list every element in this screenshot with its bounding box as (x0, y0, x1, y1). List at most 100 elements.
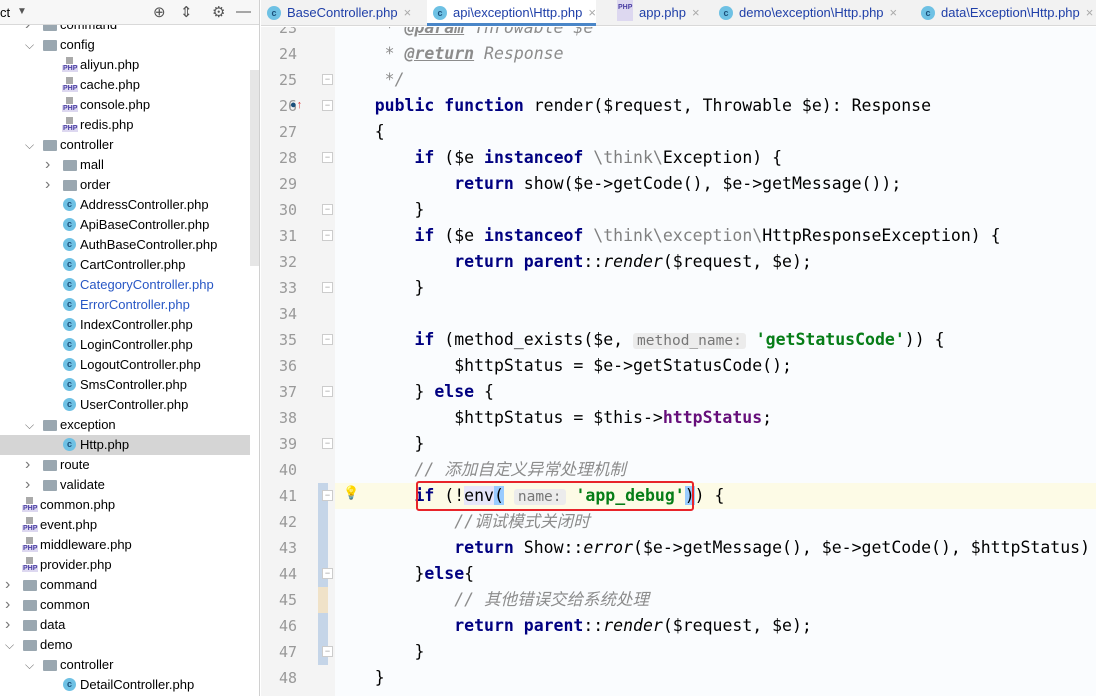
chevron-right-icon[interactable]: › (45, 175, 55, 195)
vcs-change-marker[interactable] (318, 613, 328, 639)
vcs-change-marker[interactable] (318, 509, 328, 535)
tree-item[interactable]: PHP redis.php (0, 115, 250, 135)
tree-item[interactable]: ⌵ demo (0, 635, 250, 655)
chevron-right-icon[interactable]: › (45, 155, 55, 175)
chevron-right-icon[interactable]: › (5, 595, 15, 615)
fold-marker-icon[interactable]: − (322, 282, 333, 293)
lightbulb-icon[interactable]: 💡 (343, 485, 359, 501)
chevron-down-icon[interactable]: ▼ (17, 6, 27, 17)
tree-item[interactable]: ⌵ config (0, 35, 250, 55)
close-icon[interactable]: × (890, 5, 898, 20)
code-line[interactable]: if ($e instanceof \think\Exception) { (335, 145, 1096, 171)
tree-item[interactable]: c AuthBaseController.php (0, 235, 250, 255)
close-icon[interactable]: × (404, 5, 412, 20)
tree-item[interactable]: › data (0, 615, 250, 635)
code-line[interactable]: return parent::render($request, $e); (335, 249, 1096, 275)
fold-marker-icon[interactable]: − (322, 204, 333, 215)
close-icon[interactable]: × (1086, 5, 1094, 20)
chevron-down-icon[interactable]: ⌵ (25, 135, 35, 155)
tree-item[interactable]: c UserController.php (0, 395, 250, 415)
code-line[interactable]: */ (335, 67, 1096, 93)
close-icon[interactable]: × (692, 5, 700, 20)
code-line[interactable]: } (335, 639, 1096, 665)
tab-basecontroller-php[interactable]: c BaseController.php × (261, 0, 411, 26)
implements-method-icon[interactable]: ●↑ (290, 99, 302, 111)
code-line[interactable]: $httpStatus = $this->httpStatus; (335, 405, 1096, 431)
tree-item[interactable]: PHP provider.php (0, 555, 250, 575)
tree-item[interactable]: › common (0, 595, 250, 615)
fold-marker-icon[interactable]: − (322, 152, 333, 163)
tree-item[interactable]: PHP middleware.php (0, 535, 250, 555)
tab-app-php[interactable]: PHP app.php × (613, 0, 700, 26)
close-icon[interactable]: × (588, 5, 596, 20)
fold-marker-icon[interactable]: − (322, 646, 333, 657)
code-line[interactable]: } (335, 665, 1096, 691)
tree-item[interactable]: › command (0, 575, 250, 595)
fold-marker-icon[interactable]: − (322, 490, 333, 501)
vcs-change-marker[interactable] (318, 535, 328, 561)
collapse-all-icon[interactable]: ⇕ (180, 3, 193, 21)
tree-item[interactable]: c Http.php (0, 435, 250, 455)
tree-item[interactable]: c CategoryController.php (0, 275, 250, 295)
chevron-down-icon[interactable]: ⌵ (25, 35, 35, 55)
chevron-right-icon[interactable]: › (5, 575, 15, 595)
code-line[interactable]: return parent::render($request, $e); (335, 613, 1096, 639)
code-line[interactable]: } (335, 275, 1096, 301)
tree-item[interactable]: ⌵ controller (0, 135, 250, 155)
code-line[interactable]: * @return Response (335, 41, 1096, 67)
code-line[interactable] (335, 301, 1096, 327)
tree-item[interactable]: PHP common.php (0, 495, 250, 515)
code-line[interactable]: } else { (335, 379, 1096, 405)
fold-marker-icon[interactable]: − (322, 438, 333, 449)
code-line[interactable]: //调试模式关闭时 (335, 509, 1096, 535)
tab-data-exception-http-php[interactable]: c data\Exception\Http.php × (915, 0, 1093, 26)
code-line[interactable]: * @param Throwable $e (335, 27, 1096, 41)
fold-marker-icon[interactable]: − (322, 230, 333, 241)
tree-item[interactable]: c IndexController.php (0, 315, 250, 335)
tree-item[interactable]: PHP aliyun.php (0, 55, 250, 75)
code-line[interactable]: return Show::error($e->getMessage(), $e-… (335, 535, 1096, 561)
chevron-down-icon[interactable]: ⌵ (25, 415, 35, 435)
fold-marker-icon[interactable]: − (322, 386, 333, 397)
tree-item[interactable]: › order (0, 175, 250, 195)
chevron-right-icon[interactable]: › (25, 455, 35, 475)
chevron-down-icon[interactable]: ⌵ (25, 655, 35, 675)
code-line[interactable]: public function render($request, Throwab… (335, 93, 1096, 119)
tree-item[interactable]: c ApiBaseController.php (0, 215, 250, 235)
fold-marker-icon[interactable]: − (322, 100, 333, 111)
chevron-right-icon[interactable]: › (25, 475, 35, 495)
locate-icon[interactable]: ⊕ (153, 3, 166, 21)
gear-icon[interactable]: ⚙ (212, 3, 225, 21)
code-line[interactable]: } (335, 197, 1096, 223)
fold-marker-icon[interactable]: − (322, 334, 333, 345)
chevron-right-icon[interactable]: › (5, 615, 15, 635)
vcs-change-marker[interactable] (318, 587, 328, 613)
tree-item[interactable]: › route (0, 455, 250, 475)
code-line[interactable]: { (335, 119, 1096, 145)
code-line[interactable]: } (335, 431, 1096, 457)
code-line[interactable]: // 其他错误交给系统处理 (335, 587, 1096, 613)
tree-item[interactable]: c LogoutController.php (0, 355, 250, 375)
code-line[interactable]: if ($e instanceof \think\exception\HttpR… (335, 223, 1096, 249)
tree-item[interactable]: c ErrorController.php (0, 295, 250, 315)
code-line[interactable]: if (method_exists($e, method_name: 'getS… (335, 327, 1096, 353)
tab-demo-exception-http-php[interactable]: c demo\exception\Http.php × (713, 0, 897, 26)
tree-item[interactable]: c DetailController.php (0, 675, 250, 695)
tree-item[interactable]: PHP console.php (0, 95, 250, 115)
tree-item[interactable]: ⌵ controller (0, 655, 250, 675)
tab-api-exception-http-php[interactable]: c api\exception\Http.php × (427, 0, 596, 26)
tree-item[interactable]: c LoginController.php (0, 335, 250, 355)
tree-item[interactable]: › validate (0, 475, 250, 495)
chevron-down-icon[interactable]: ⌵ (5, 635, 15, 655)
sidebar-scrollbar[interactable] (250, 70, 259, 266)
fold-marker-icon[interactable]: − (322, 568, 333, 579)
tree-item[interactable]: c AddressController.php (0, 195, 250, 215)
code-line[interactable]: // 添加自定义异常处理机制 (335, 457, 1096, 483)
code-line[interactable]: $httpStatus = $e->getStatusCode(); (335, 353, 1096, 379)
tree-item[interactable]: › mall (0, 155, 250, 175)
tree-item[interactable]: PHP cache.php (0, 75, 250, 95)
tree-item[interactable]: c SmsController.php (0, 375, 250, 395)
fold-marker-icon[interactable]: − (322, 74, 333, 85)
tree-item[interactable]: ⌵ exception (0, 415, 250, 435)
tree-item[interactable]: c CartController.php (0, 255, 250, 275)
